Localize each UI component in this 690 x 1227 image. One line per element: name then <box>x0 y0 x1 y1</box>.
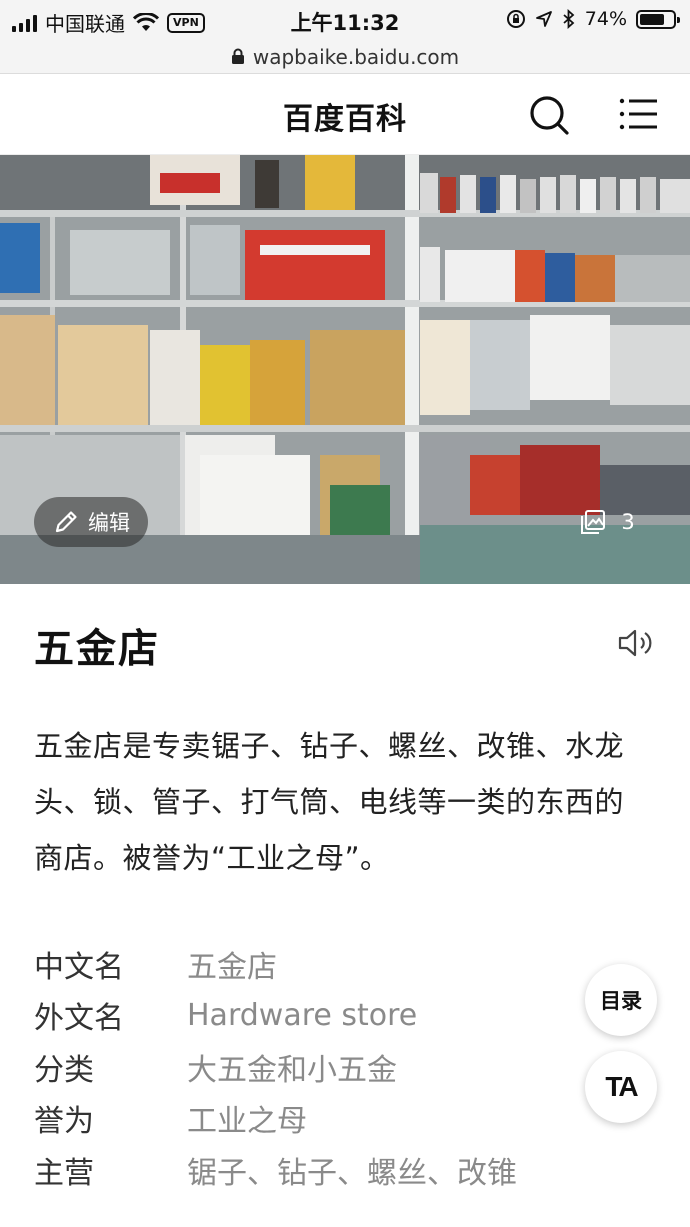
battery-fill <box>640 13 664 25</box>
infobox-value: 工业之母 <box>187 1104 307 1140</box>
battery-percent: 74% <box>584 8 627 30</box>
infobox-row: 誉为 工业之母 <box>34 1093 517 1145</box>
infobox-value: 大五金和小五金 <box>187 1052 397 1088</box>
infobox-key: 誉为 <box>34 1104 94 1140</box>
toc-button[interactable]: 目录 <box>585 964 657 1036</box>
infobox-row: 分类 大五金和小五金 <box>34 1041 517 1093</box>
article-summary: 五金店是专卖锯子、钻子、螺丝、改锥、水龙头、锁、管子、打气筒、电线等一类的东西的… <box>34 729 625 875</box>
infobox-value: 锯子、钻子、螺丝、改锥 <box>187 1155 517 1191</box>
site-header: 百度百科 <box>0 74 690 155</box>
speaker-icon[interactable] <box>616 626 654 660</box>
infobox-key: 外文名 <box>34 1001 124 1037</box>
edit-label: 编辑 <box>88 511 130 535</box>
site-title[interactable]: 百度百科 <box>0 94 690 138</box>
article-title: 五金店 <box>34 626 160 672</box>
infobox-row: 外文名 Hardware store <box>34 990 517 1042</box>
infobox-row: 中文名 五金店 <box>34 938 517 990</box>
infobox-value: Hardware store <box>187 997 418 1033</box>
search-icon[interactable] <box>528 94 570 136</box>
gallery-icon <box>581 510 606 534</box>
infobox-key: 分类 <box>34 1052 94 1088</box>
infobox-row: 主营 锯子、钻子、螺丝、改锥 <box>34 1144 517 1196</box>
menu-icon[interactable] <box>619 96 659 132</box>
location-icon <box>535 11 552 27</box>
pencil-icon <box>55 511 77 533</box>
status-bar: 中国联通 VPN 上午11:32 74% <box>0 0 690 40</box>
lock-icon <box>231 48 244 64</box>
infobox-key: 主营 <box>34 1155 94 1191</box>
image-count: 3 <box>621 510 635 534</box>
url-bar[interactable]: wapbaike.baidu.com <box>0 40 690 74</box>
gallery-button[interactable]: 3 <box>560 497 654 547</box>
url-text: wapbaike.baidu.com <box>252 44 460 69</box>
rotation-lock-icon <box>506 10 525 28</box>
bluetooth-icon <box>563 9 575 29</box>
font-size-button[interactable]: TA <box>585 1051 657 1123</box>
edit-button[interactable]: 编辑 <box>34 497 148 547</box>
infobox: 中文名 五金店外文名 Hardware store 分类 大五金和小五金誉为 工业之母主营… <box>34 938 517 1196</box>
battery-icon <box>636 9 680 29</box>
status-right: 74% <box>506 8 680 30</box>
infobox-value: 五金店 <box>187 949 277 985</box>
infobox-key: 中文名 <box>34 949 124 985</box>
